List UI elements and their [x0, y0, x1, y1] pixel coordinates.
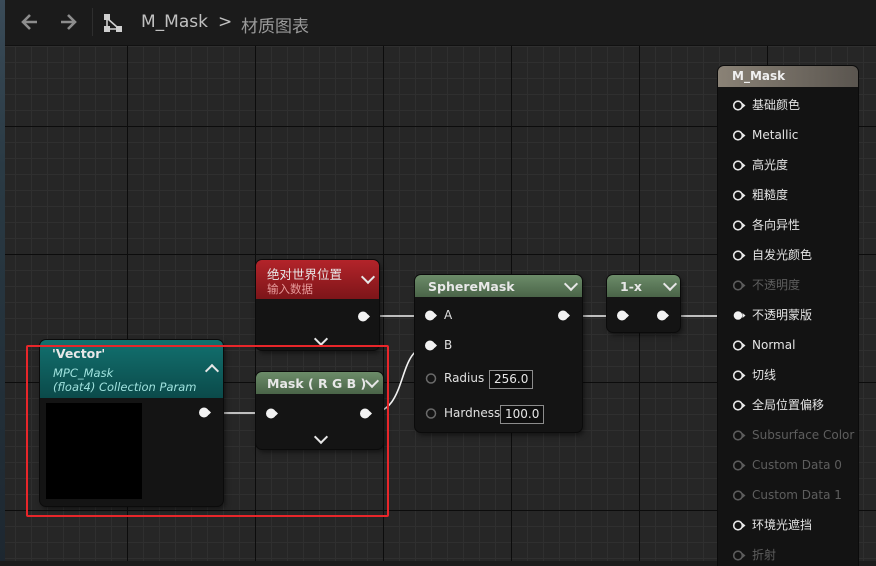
one-minus-title: 1-x: [620, 279, 642, 294]
sphere-mask-title: SphereMask: [428, 279, 515, 294]
material-input-label: Subsurface Color: [752, 428, 855, 442]
material-input-label: 全局位置偏移: [752, 398, 825, 412]
collapse-icon[interactable]: [360, 269, 376, 285]
material-input-label: Metallic: [752, 128, 799, 142]
material-input-label: 自发光颜色: [752, 248, 813, 262]
sphere-mask-node[interactable]: SphereMask A B Radius 256.0 Hardness 100…: [415, 275, 582, 432]
one-minus-output-pin[interactable]: [656, 309, 669, 322]
material-input-pin[interactable]: [732, 159, 746, 172]
material-input-pin[interactable]: [732, 189, 746, 202]
world-position-subtitle: 输入数据: [267, 282, 313, 296]
material-input-label: 基础颜色: [752, 98, 801, 112]
collapse-icon[interactable]: [563, 276, 579, 292]
material-input-pin[interactable]: [732, 369, 746, 382]
material-input-pin[interactable]: [732, 99, 746, 112]
sphere-mask-header[interactable]: SphereMask: [415, 275, 582, 297]
material-input-pin[interactable]: [732, 129, 746, 142]
material-input-pin[interactable]: [732, 249, 746, 262]
world-position-header[interactable]: 绝对世界位置 输入数据: [256, 260, 379, 299]
material-input-label: 不透明蒙版: [752, 308, 813, 322]
sphere-mask-radius-field[interactable]: 256.0: [489, 370, 534, 389]
collapse-icon[interactable]: [662, 276, 678, 292]
sphere-mask-hardness-pin[interactable]: [425, 407, 438, 420]
material-input-pin[interactable]: [732, 459, 746, 472]
sphere-mask-hardness-label: Hardness: [444, 406, 501, 420]
material-input-pin[interactable]: [732, 429, 746, 442]
material-input-pin[interactable]: [732, 549, 746, 562]
expand-advanced-icon[interactable]: [313, 331, 329, 347]
sphere-mask-b-pin[interactable]: [424, 339, 437, 352]
sphere-mask-radius-label: Radius: [444, 371, 485, 385]
material-input-label: 各向异性: [752, 218, 801, 232]
one-minus-header[interactable]: 1-x: [607, 275, 680, 297]
material-input-label: 环境光遮挡: [752, 518, 813, 532]
material-input-label: 高光度: [752, 158, 789, 172]
selection-highlight: [26, 345, 389, 517]
absolute-world-position-node[interactable]: 绝对世界位置 输入数据: [256, 260, 379, 350]
sphere-mask-hardness-field[interactable]: 100.0: [500, 405, 545, 424]
sphere-mask-radius-pin[interactable]: [425, 372, 438, 385]
material-node-header[interactable]: M_Mask: [718, 66, 858, 87]
sphere-mask-output-pin[interactable]: [557, 309, 570, 322]
material-input-label: 粗糙度: [752, 188, 789, 202]
material-input-pin[interactable]: [732, 309, 746, 322]
one-minus-input-pin[interactable]: [616, 309, 629, 322]
material-input-label: 不透明度: [752, 278, 801, 292]
sphere-mask-b-label: B: [444, 338, 453, 352]
material-input-pin[interactable]: [732, 339, 746, 352]
material-input-pin[interactable]: [732, 399, 746, 412]
material-input-pin[interactable]: [732, 279, 746, 292]
world-position-output-pin[interactable]: [357, 310, 370, 323]
sphere-mask-a-label: A: [444, 308, 453, 322]
material-input-pin[interactable]: [732, 489, 746, 502]
one-minus-node[interactable]: 1-x: [607, 275, 680, 332]
material-input-label: Custom Data 1: [752, 488, 842, 502]
sphere-mask-a-pin[interactable]: [424, 309, 437, 322]
material-result-node[interactable]: M_Mask 基础颜色 Metallic 高光度粗糙度各向异性自发光颜色不透明度不透…: [718, 66, 858, 566]
material-input-label: Normal: [752, 338, 796, 352]
material-input-pin[interactable]: [732, 519, 746, 532]
material-input-label: 切线: [752, 368, 777, 382]
material-input-pin[interactable]: [732, 219, 746, 232]
material-input-label: Custom Data 0: [752, 458, 842, 472]
